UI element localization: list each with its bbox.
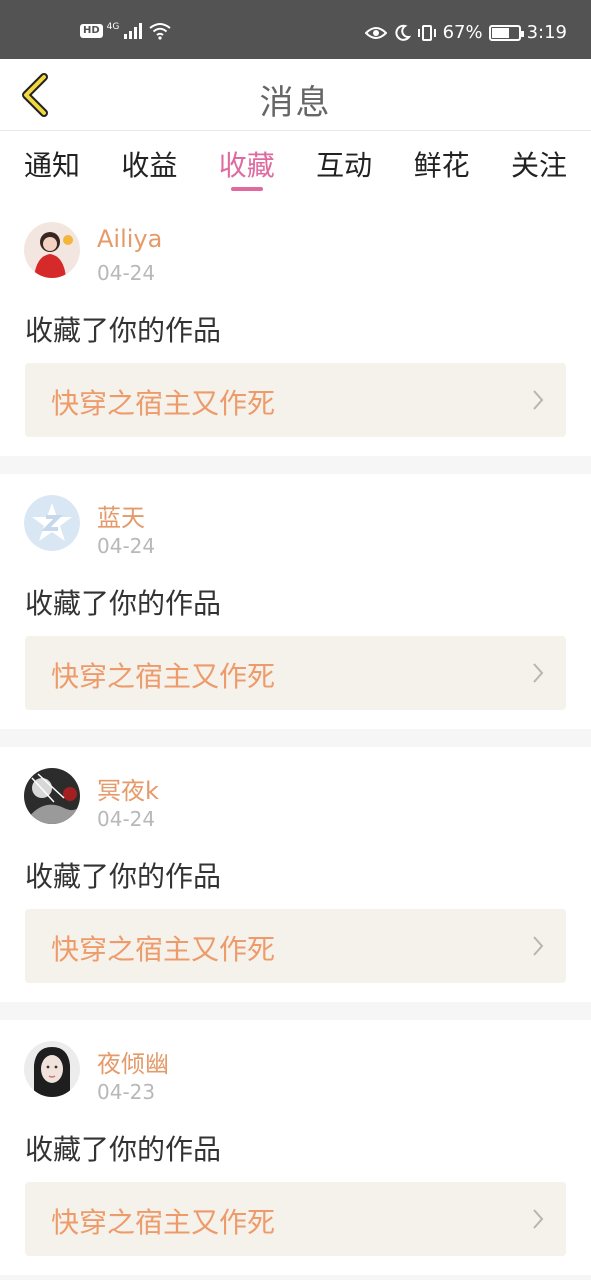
divider bbox=[0, 1275, 591, 1280]
header: 消息 bbox=[0, 59, 591, 131]
divider bbox=[0, 1002, 591, 1020]
action-text: 收藏了你的作品 bbox=[25, 860, 222, 893]
message-date: 04-24 bbox=[97, 261, 156, 285]
action-text: 收藏了你的作品 bbox=[25, 587, 222, 620]
battery-percent: 67% bbox=[442, 22, 483, 43]
message-list: Ailiya 04-24 收藏了你的作品 快穿之宿主又作死 蓝天 04-24 收… bbox=[0, 201, 591, 1280]
divider bbox=[0, 456, 591, 474]
vibrate-icon bbox=[417, 24, 436, 41]
status-right: 67% 3:19 bbox=[364, 22, 567, 43]
work-link[interactable]: 快穿之宿主又作死 bbox=[25, 1182, 566, 1256]
work-link[interactable]: 快穿之宿主又作死 bbox=[25, 636, 566, 710]
moon-icon bbox=[394, 24, 411, 41]
username[interactable]: 蓝天 bbox=[97, 498, 145, 533]
page-title: 消息 bbox=[259, 83, 332, 123]
list-item: 蓝天 04-24 收藏了你的作品 快穿之宿主又作死 bbox=[0, 474, 591, 729]
wifi-icon bbox=[149, 23, 171, 40]
tab-favorites[interactable]: 收藏 bbox=[219, 131, 275, 201]
status-left: HD 4G bbox=[80, 22, 171, 40]
cellular-signal-icon bbox=[124, 23, 143, 39]
avatar[interactable] bbox=[24, 1041, 80, 1097]
action-text: 收藏了你的作品 bbox=[25, 314, 222, 347]
work-title: 快穿之宿主又作死 bbox=[51, 1206, 276, 1239]
username[interactable]: Ailiya bbox=[97, 225, 162, 253]
work-title: 快穿之宿主又作死 bbox=[51, 387, 276, 420]
eye-comfort-icon bbox=[364, 26, 387, 39]
username[interactable]: 夜倾幽 bbox=[97, 1044, 169, 1079]
chevron-right-icon bbox=[533, 390, 544, 410]
battery-fill bbox=[491, 27, 509, 38]
avatar[interactable] bbox=[24, 768, 80, 824]
tab-earnings[interactable]: 收益 bbox=[121, 131, 177, 201]
message-date: 04-23 bbox=[97, 1080, 156, 1104]
tab-bar: 通知 收益 收藏 互动 鲜花 关注 bbox=[0, 131, 591, 201]
tab-notifications[interactable]: 通知 bbox=[24, 131, 80, 201]
message-date: 04-24 bbox=[97, 807, 156, 831]
network-label: 4G bbox=[106, 22, 120, 32]
chevron-right-icon bbox=[533, 1209, 544, 1229]
message-date: 04-24 bbox=[97, 534, 156, 558]
battery-icon bbox=[488, 24, 524, 41]
avatar[interactable] bbox=[24, 495, 80, 551]
tab-interactions[interactable]: 互动 bbox=[316, 131, 372, 201]
list-item: Ailiya 04-24 收藏了你的作品 快穿之宿主又作死 bbox=[0, 201, 591, 456]
chevron-right-icon bbox=[533, 936, 544, 956]
avatar[interactable] bbox=[24, 222, 80, 278]
list-item: 冥夜k 04-24 收藏了你的作品 快穿之宿主又作死 bbox=[0, 747, 591, 1002]
username[interactable]: 冥夜k bbox=[97, 771, 159, 806]
status-bar: HD 4G 67% 3:19 bbox=[0, 0, 591, 59]
hd-badge: HD bbox=[80, 24, 103, 38]
list-item: 夜倾幽 04-23 收藏了你的作品 快穿之宿主又作死 bbox=[0, 1020, 591, 1275]
divider bbox=[0, 729, 591, 747]
action-text: 收藏了你的作品 bbox=[25, 1133, 222, 1166]
work-title: 快穿之宿主又作死 bbox=[51, 660, 276, 693]
tab-follows[interactable]: 关注 bbox=[511, 131, 567, 201]
tab-flowers[interactable]: 鲜花 bbox=[414, 131, 470, 201]
chevron-right-icon bbox=[533, 663, 544, 683]
status-time: 3:19 bbox=[526, 22, 567, 43]
work-link[interactable]: 快穿之宿主又作死 bbox=[25, 363, 566, 437]
work-title: 快穿之宿主又作死 bbox=[51, 933, 276, 966]
work-link[interactable]: 快穿之宿主又作死 bbox=[25, 909, 566, 983]
